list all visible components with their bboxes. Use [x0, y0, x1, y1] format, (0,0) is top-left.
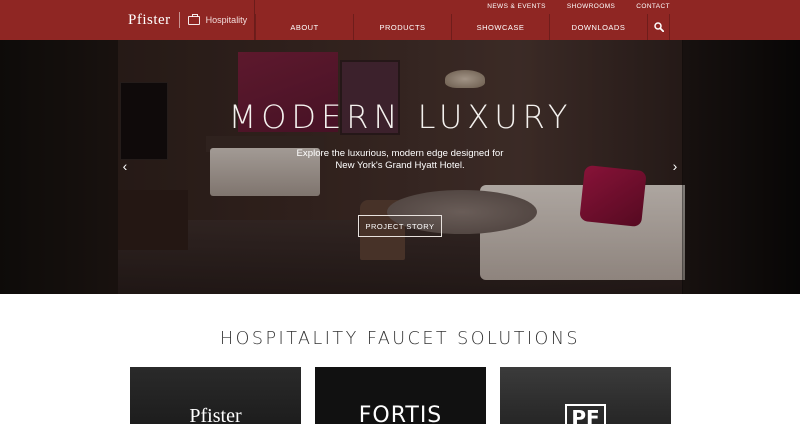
news-events-link[interactable]: NEWS & EVENTS	[487, 3, 546, 10]
briefcase-icon	[187, 13, 200, 25]
site-header: Pfister Hospitality NEWS & EVENTS SHOWRO…	[0, 0, 800, 40]
pfister-card-logo: Pfister	[189, 405, 242, 424]
brand-card-pfister[interactable]: Pfister	[130, 367, 301, 424]
brand-divider	[178, 12, 180, 28]
search-button[interactable]	[647, 14, 670, 40]
main-nav: ABOUT PRODUCTS SHOWCASE DOWNLOADS	[255, 14, 670, 40]
nav-item-downloads[interactable]: DOWNLOADS	[549, 14, 647, 40]
chevron-left-icon: ‹	[122, 158, 128, 174]
showrooms-link[interactable]: SHOWROOMS	[567, 3, 615, 10]
pf-card-logo: PF	[565, 404, 606, 424]
section-title: HOSPITALITY FAUCET SOLUTIONS	[219, 329, 581, 349]
utility-nav: NEWS & EVENTS SHOWROOMS CONTACT	[487, 3, 670, 10]
brand-subtitle[interactable]: Hospitality	[206, 15, 248, 25]
nav-item-products[interactable]: PRODUCTS	[353, 14, 451, 40]
carousel-prev-button[interactable]: ‹	[118, 157, 132, 175]
hero-side-shade-right	[682, 40, 800, 294]
project-story-button[interactable]: PROJECT STORY	[358, 215, 442, 237]
pfister-logo[interactable]: Pfister	[128, 12, 171, 29]
brand-card-pf[interactable]: PF	[500, 367, 671, 424]
contact-link[interactable]: CONTACT	[636, 3, 670, 10]
brand-cards: Pfister FORTIS PF	[130, 367, 671, 424]
hero-side-shade-left	[0, 40, 118, 294]
chevron-right-icon: ›	[672, 158, 678, 174]
hero-carousel: MODERN LUXURY Explore the luxurious, mod…	[0, 40, 800, 294]
search-icon	[653, 22, 664, 32]
nav-item-showcase[interactable]: SHOWCASE	[451, 14, 549, 40]
hero-description: Explore the luxurious, modern edge desig…	[296, 148, 504, 171]
hero-title: MODERN LUXURY	[228, 98, 573, 136]
brand-card-fortis[interactable]: FORTIS	[315, 367, 486, 424]
fortis-card-logo: FORTIS	[358, 403, 443, 424]
nav-item-about[interactable]: ABOUT	[255, 14, 353, 40]
brand[interactable]: Pfister Hospitality	[128, 0, 247, 40]
carousel-next-button[interactable]: ›	[668, 157, 682, 175]
